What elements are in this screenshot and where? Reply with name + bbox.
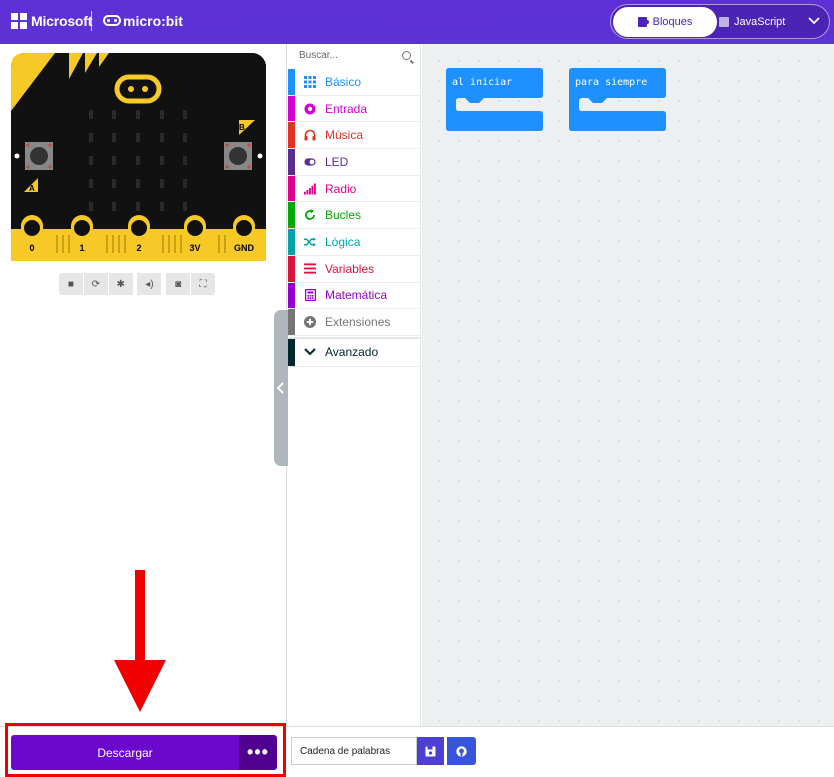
debug-icon[interactable]: ✱ xyxy=(108,273,133,295)
category-led[interactable]: LED xyxy=(288,149,421,176)
search-placeholder: Buscar... xyxy=(299,50,338,61)
fullscreen-icon[interactable]: ⛶ xyxy=(191,273,215,295)
search-input[interactable]: Buscar... xyxy=(288,44,421,68)
product-label: micro:bit xyxy=(123,13,183,29)
category-label: Extensiones xyxy=(325,315,391,330)
category-label: Básico xyxy=(325,74,362,89)
search-icon[interactable] xyxy=(402,51,411,60)
category-label: Lógica xyxy=(325,234,361,249)
arrow-down-icon xyxy=(114,570,166,712)
plus-circle-icon xyxy=(304,316,316,329)
github-button[interactable] xyxy=(447,737,476,765)
more-dots-icon: ••• xyxy=(247,742,269,762)
javascript-mode-button[interactable]: JavaScript xyxy=(719,7,801,37)
category-list: Básico Entrada Música LED Radio Bucles L… xyxy=(288,69,421,367)
collapse-simulator-button[interactable] xyxy=(274,310,288,466)
category-matematica[interactable]: Matemática xyxy=(288,282,421,310)
category-label: Entrada xyxy=(325,101,368,116)
category-label: Variables xyxy=(325,261,375,276)
block-label: al iniciar xyxy=(452,77,513,88)
category-variables[interactable]: Variables xyxy=(288,255,421,283)
category-avanzado[interactable]: Avanzado xyxy=(288,336,421,367)
download-button[interactable]: Descargar xyxy=(11,735,239,770)
pin-3v-label: 3V xyxy=(189,243,200,253)
chevron-left-icon xyxy=(277,382,284,394)
microbit-logo-icon xyxy=(103,15,121,26)
block-label: para siempre xyxy=(575,77,648,88)
category-basico[interactable]: Básico xyxy=(288,69,421,96)
category-extensiones[interactable]: Extensiones xyxy=(288,309,421,336)
category-entrada[interactable]: Entrada xyxy=(288,95,421,123)
pin-0-label: 0 xyxy=(29,243,34,253)
more-options-button[interactable]: ••• xyxy=(239,735,277,770)
category-bucles[interactable]: Bucles xyxy=(288,202,421,230)
headphones-icon xyxy=(304,129,316,141)
bottom-bar: Descargar ••• Cadena de palabras xyxy=(0,723,834,777)
refresh-icon xyxy=(304,209,316,221)
pin-gnd-label: GND xyxy=(234,243,255,253)
category-label: LED xyxy=(325,154,349,169)
microsoft-logo-icon xyxy=(11,13,27,29)
pin-1-label: 1 xyxy=(79,243,84,253)
pin-2-label: 2 xyxy=(136,243,141,253)
simulator-controls: ■ ⟳ ✱ ◂) ◙ ⛶ xyxy=(59,273,215,295)
grid-icon xyxy=(304,75,316,88)
top-bar: Microsoft micro:bit Bloques JavaScript xyxy=(0,0,834,44)
editor-mode-toggle: Bloques JavaScript xyxy=(610,4,830,39)
chevron-down-icon[interactable] xyxy=(807,14,821,28)
category-label: Radio xyxy=(325,181,357,196)
category-label: Bucles xyxy=(325,208,362,223)
stop-icon[interactable]: ■ xyxy=(59,273,83,295)
project-name-value: Cadena de palabras xyxy=(300,746,391,757)
button-b-label: B xyxy=(239,123,245,132)
javascript-mode-label: JavaScript xyxy=(734,16,786,28)
button-a-label: A xyxy=(29,184,35,193)
category-logica[interactable]: Lógica xyxy=(288,229,421,256)
blocks-mode-label: Bloques xyxy=(652,16,693,28)
toggle-icon xyxy=(304,156,316,168)
sound-icon[interactable]: ◂) xyxy=(137,273,162,295)
category-radio[interactable]: Radio xyxy=(288,175,421,203)
project-name-input[interactable]: Cadena de palabras xyxy=(291,737,417,765)
blocks-mode-button[interactable]: Bloques xyxy=(613,7,717,37)
signal-icon xyxy=(304,183,316,195)
github-icon xyxy=(456,745,467,757)
on-start-block[interactable]: al iniciar xyxy=(446,68,543,131)
block-toolbox: Buscar... Básico Entrada Música LED Radi… xyxy=(288,44,421,726)
restart-icon[interactable]: ⟳ xyxy=(83,273,108,295)
category-label: Avanzado xyxy=(325,345,379,360)
javascript-icon xyxy=(719,17,729,27)
download-label: Descargar xyxy=(97,745,153,760)
blocks-workspace[interactable]: al iniciar para siempre xyxy=(422,44,834,726)
chevron-down-icon xyxy=(304,345,316,359)
target-icon xyxy=(304,103,316,115)
category-musica[interactable]: Música xyxy=(288,122,421,150)
save-button[interactable] xyxy=(417,737,444,765)
brand-label: Microsoft xyxy=(31,13,93,29)
makecode-editor: Microsoft micro:bit Bloques JavaScript A… xyxy=(0,0,834,777)
forever-block[interactable]: para siempre xyxy=(569,68,666,131)
calculator-icon xyxy=(304,289,316,302)
puzzle-icon xyxy=(637,17,649,27)
shuffle-icon xyxy=(304,236,316,248)
list-icon xyxy=(304,263,316,275)
screenshot-icon[interactable]: ◙ xyxy=(166,273,191,295)
category-label: Música xyxy=(325,128,364,143)
header-divider xyxy=(91,11,92,31)
category-label: Matemática xyxy=(325,288,388,303)
floppy-icon xyxy=(425,746,436,756)
microbit-board: A B 0 1 2 3V GND xyxy=(11,53,266,261)
